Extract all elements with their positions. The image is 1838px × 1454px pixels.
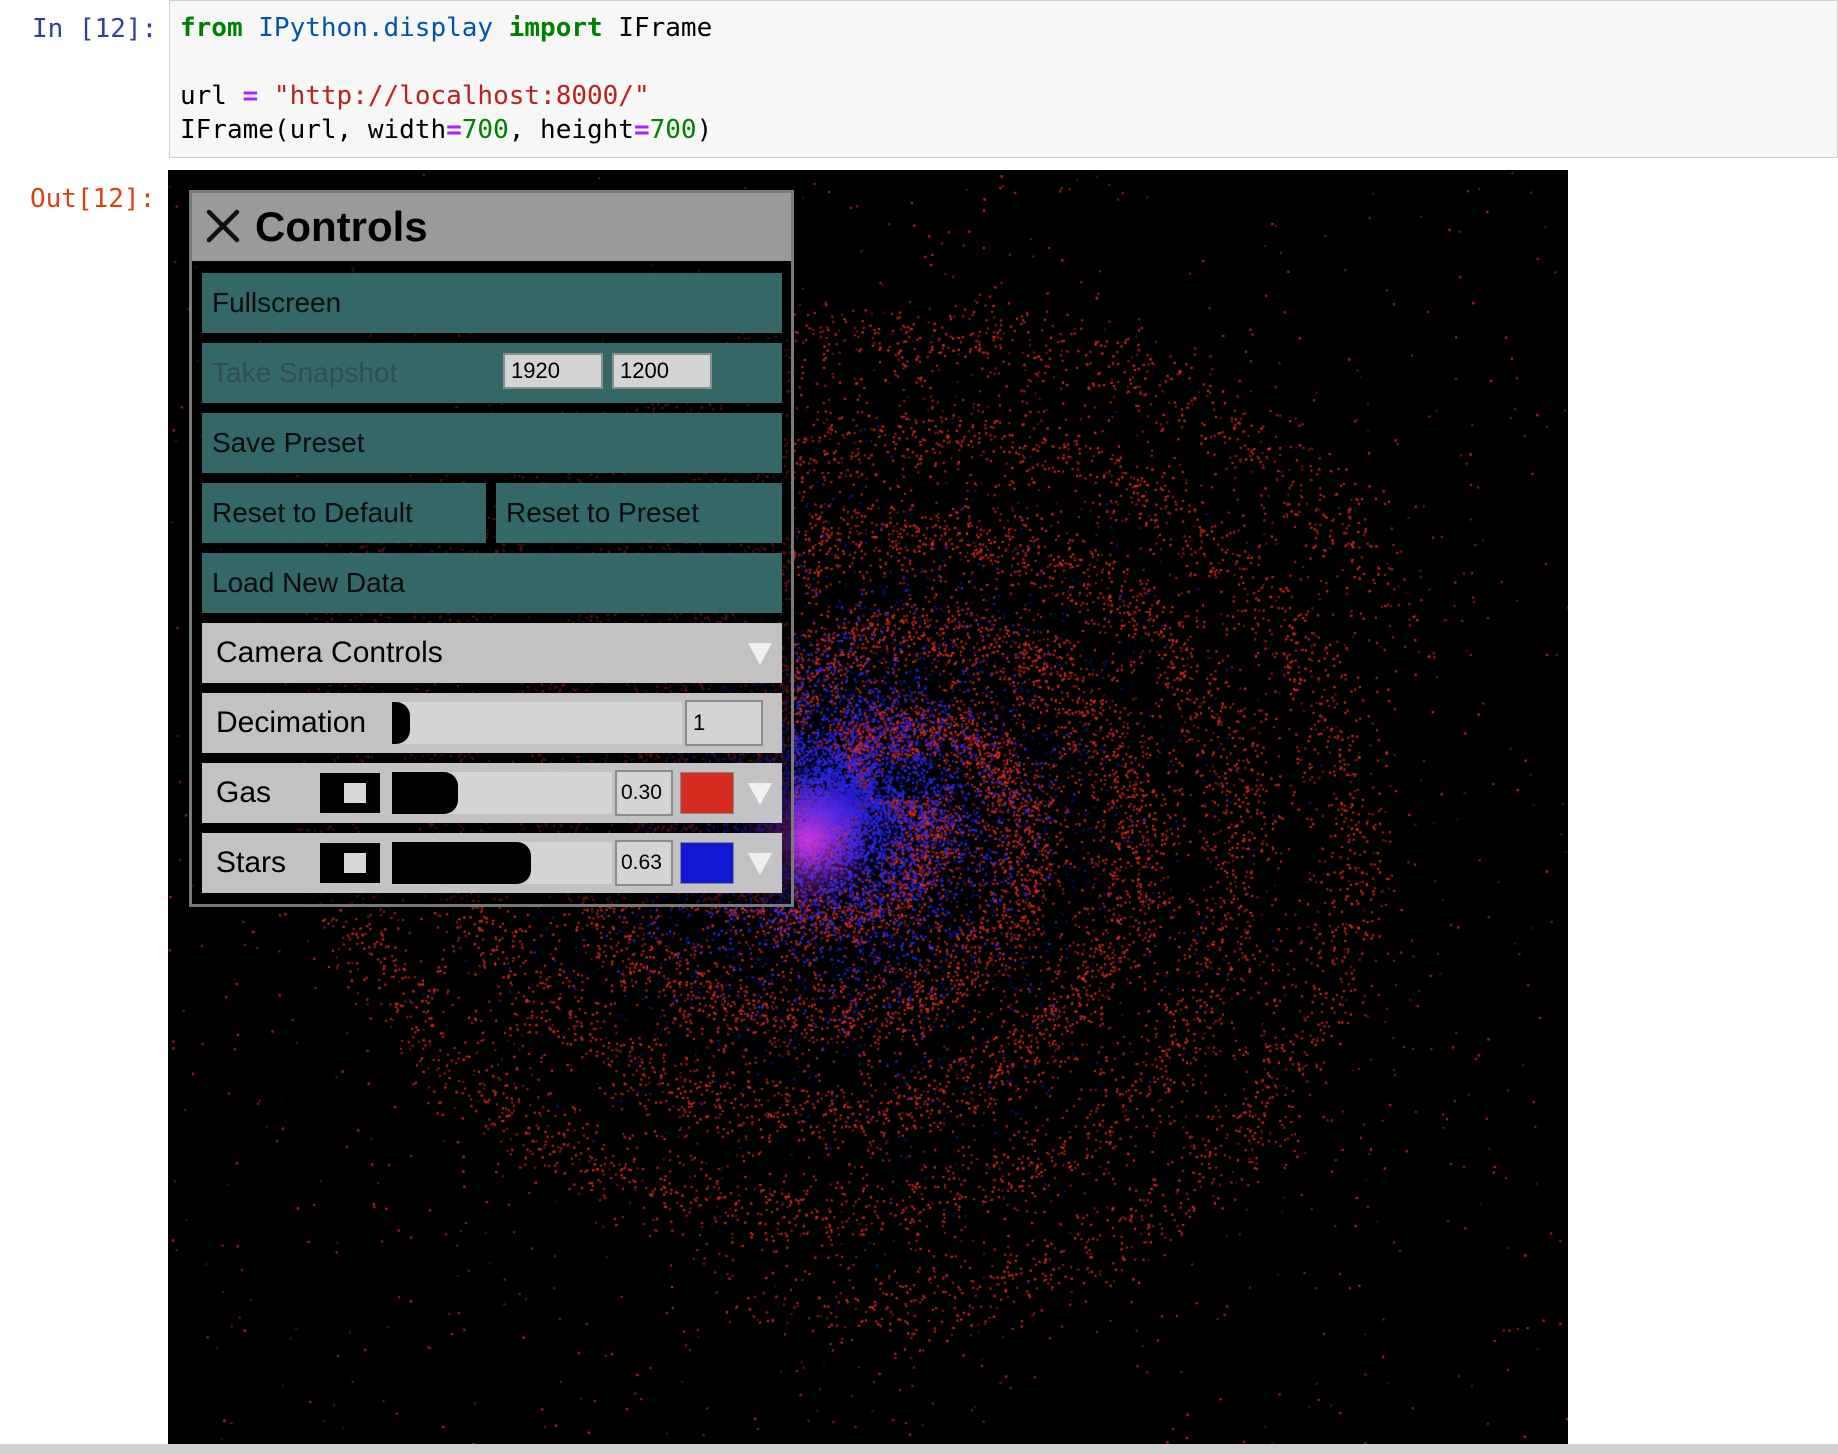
code-token: ) [696,115,713,145]
code-editor[interactable]: from IPython.display import IFrame url =… [180,11,712,147]
output-prompt: Out[12]: [30,184,156,214]
reset-default-button[interactable]: Reset to Default [202,483,486,543]
gas-slider-fill [392,772,458,814]
stars-opacity-input[interactable]: 0.63 [615,840,673,886]
save-preset-button[interactable]: Save Preset [202,413,782,473]
iframe-output[interactable]: Controls Fullscreen Take Snapshot 1920 1… [168,170,1568,1454]
stars-opacity-slider[interactable] [392,842,612,884]
gas-toggle-checkbox[interactable] [320,773,380,813]
code-cell[interactable]: from IPython.display import IFrame url =… [169,0,1838,158]
stars-toggle-checkbox[interactable] [320,843,380,883]
controls-header: Controls [192,193,791,261]
input-prompt: In [12]: [32,14,158,44]
controls-title: Controls [255,203,428,250]
checkbox-icon [344,853,366,873]
gas-label: Gas [216,776,272,809]
code-token: 700 [461,115,509,145]
chevron-down-icon[interactable] [745,778,775,808]
decimation-label: Decimation [216,706,367,739]
load-new-data-button[interactable]: Load New Data [202,553,782,613]
code-token: IPython.display [242,13,509,43]
code-token: url [180,81,243,111]
snapshot-height-input[interactable]: 1200 [612,353,712,389]
gas-row: Gas 0.30 [202,763,782,823]
reset-preset-button[interactable]: Reset to Preset [496,483,782,543]
stars-label: Stars [216,846,287,879]
code-token: IFrame(url, width [180,115,447,145]
code-token: = [242,81,259,111]
stars-color-swatch[interactable] [680,842,734,884]
code-token: "http://localhost:8000/" [258,81,650,111]
chevron-down-icon[interactable] [745,638,775,668]
code-token: IFrame [602,13,713,43]
checkbox-icon [344,783,366,803]
gas-opacity-input[interactable]: 0.30 [615,770,673,816]
stars-slider-fill [392,842,531,884]
decimation-row: Decimation 1 [202,693,782,753]
code-token: = [446,115,462,145]
camera-controls-dropdown[interactable]: Camera Controls [202,623,782,683]
gas-opacity-slider[interactable] [392,772,612,814]
gas-color-swatch[interactable] [680,772,734,814]
camera-controls-label: Camera Controls [216,636,443,669]
stars-row: Stars 0.63 [202,833,782,893]
decimation-input[interactable]: 1 [685,700,763,746]
fullscreen-button[interactable]: Fullscreen [202,273,782,333]
decimation-slider[interactable] [392,702,682,744]
chevron-down-icon[interactable] [745,848,775,878]
snapshot-width-input[interactable]: 1920 [503,353,603,389]
take-snapshot-label: Take Snapshot [212,357,398,388]
code-token: = [633,115,650,145]
code-token: , height [508,115,634,145]
controls-panel: Controls Fullscreen Take Snapshot 1920 1… [189,190,794,907]
code-token: from [180,13,243,43]
horizontal-scrollbar[interactable] [0,1444,1838,1454]
decimation-slider-fill [392,702,410,744]
close-icon[interactable] [206,209,240,243]
code-token: 700 [649,115,697,145]
code-token: import [508,13,603,43]
